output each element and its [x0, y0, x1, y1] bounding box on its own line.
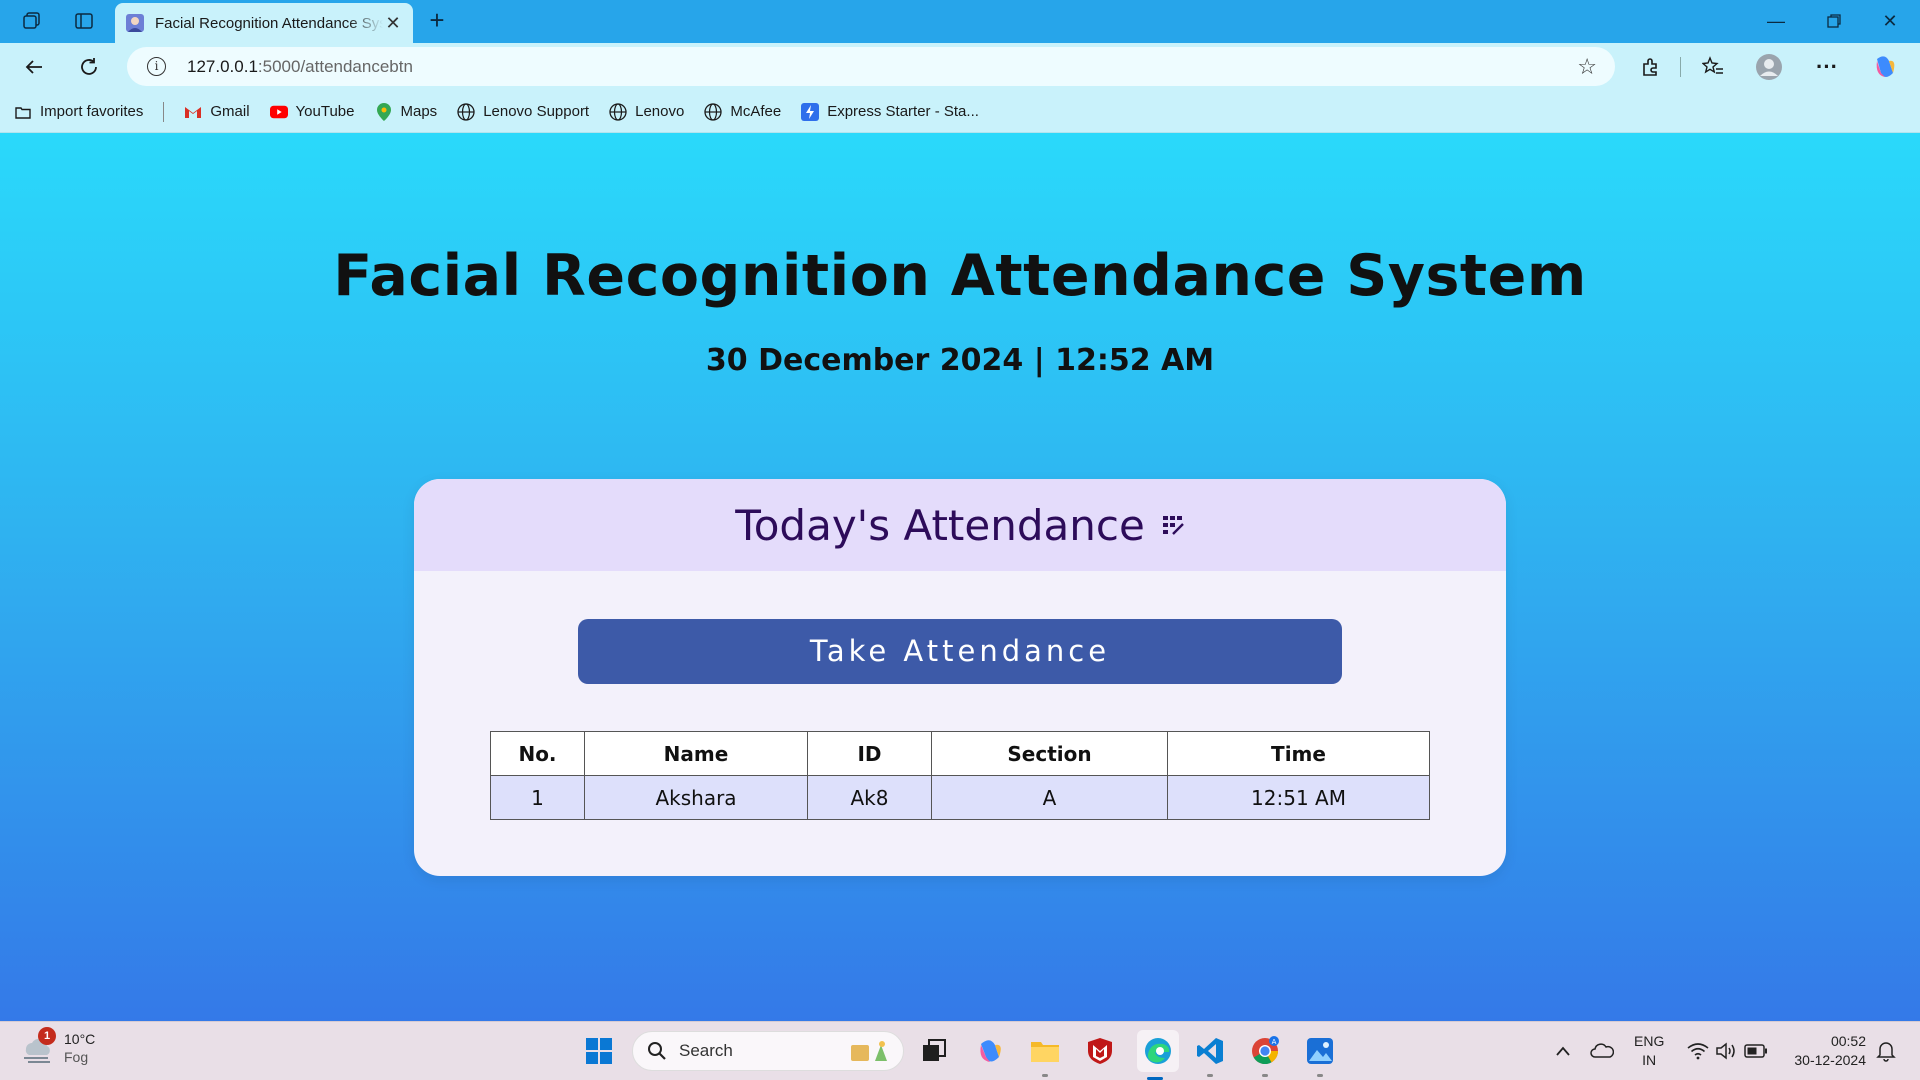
favorites-icon[interactable] [1698, 52, 1728, 82]
system-clock[interactable]: 00:52 30-12-2024 [1794, 1032, 1866, 1070]
more-options-icon[interactable]: ··· [1812, 52, 1842, 82]
cell-name: Akshara [584, 775, 808, 820]
cell-time: 12:51 AM [1167, 775, 1430, 820]
bookmark-lenovo-support[interactable]: Lenovo Support [457, 102, 589, 121]
bookmark-divider [163, 101, 165, 122]
extensions-icon[interactable] [1636, 52, 1666, 82]
chrome-icon[interactable]: A [1247, 1033, 1283, 1077]
bookmarks-bar: Import favorites Gmail YouTube Maps Leno… [0, 91, 1920, 133]
take-attendance-button[interactable]: Take Attendance [578, 619, 1342, 684]
refresh-icon[interactable] [74, 52, 104, 82]
show-hidden-icons-chevron-up-icon[interactable] [1545, 1033, 1581, 1069]
close-tab-icon[interactable]: ✕ [383, 13, 403, 34]
tab-title: Facial Recognition Attendance System [155, 14, 383, 32]
face-id-icon [126, 14, 144, 32]
youtube-icon [269, 103, 288, 121]
table-header-row: No. Name ID Section Time [490, 731, 1430, 776]
bookmark-youtube[interactable]: YouTube [269, 103, 355, 121]
calendar-grid-icon [1162, 516, 1184, 535]
lightning-icon [801, 102, 820, 121]
attendance-table: No. Name ID Section Time 1 Akshara Ak8 A… [490, 731, 1430, 820]
page-title: Facial Recognition Attendance System [333, 243, 1587, 309]
globe-icon [704, 102, 722, 121]
weather-temperature: 10°C [64, 1031, 96, 1047]
import-icon [14, 103, 32, 121]
copilot-app-icon[interactable] [972, 1033, 1008, 1069]
minimize-icon[interactable]: — [1756, 6, 1796, 36]
mcafee-icon[interactable] [1082, 1033, 1118, 1069]
input-language-indicator[interactable]: ENG IN [1634, 1032, 1664, 1070]
start-menu-icon[interactable] [581, 1033, 617, 1069]
new-tab-button[interactable]: + [423, 7, 451, 35]
cell-section: A [931, 775, 1168, 820]
url-text: 127.0.0.1:5000/attendancebtn [187, 57, 413, 76]
task-view-icon[interactable] [916, 1033, 952, 1069]
tab-active[interactable]: Facial Recognition Attendance System ✕ [115, 3, 413, 43]
search-highlight-icon [851, 1041, 887, 1061]
notification-badge: 1 [38, 1027, 56, 1045]
vscode-icon[interactable] [1192, 1033, 1228, 1077]
svg-text:A: A [1272, 1038, 1277, 1046]
bookmark-lenovo[interactable]: Lenovo [609, 102, 684, 121]
bookmark-maps[interactable]: Maps [375, 102, 437, 121]
tab-actions-icon[interactable] [71, 8, 97, 34]
gmail-icon [184, 103, 202, 121]
onedrive-cloud-icon[interactable] [1584, 1033, 1620, 1069]
address-bar[interactable]: i 127.0.0.1:5000/attendancebtn ☆ [127, 47, 1615, 86]
taskbar-search-box[interactable]: Search [632, 1031, 904, 1071]
bookmark-import-favorites[interactable]: Import favorites [14, 103, 143, 121]
favorite-star-icon[interactable]: ☆ [1577, 54, 1597, 80]
toolbar-divider [1680, 57, 1681, 77]
bookmark-gmail[interactable]: Gmail [184, 103, 250, 121]
date-time-display: 30 December 2024 | 12:52 AM [705, 343, 1215, 378]
browser-titlebar: Facial Recognition Attendance System ✕ +… [0, 0, 1920, 43]
table-row: 1 Akshara Ak8 A 12:51 AM [490, 775, 1430, 820]
search-icon [648, 1042, 666, 1060]
taskbar: 1 10°C Fog Search A ENG IN 00:52 30-12-2… [0, 1021, 1920, 1080]
file-explorer-icon[interactable] [1027, 1033, 1063, 1077]
battery-icon[interactable] [1738, 1033, 1774, 1069]
globe-icon [609, 102, 627, 121]
cell-no: 1 [490, 775, 585, 820]
weather-widget[interactable]: 1 10°C Fog [20, 1027, 96, 1066]
maps-pin-icon [375, 102, 393, 121]
column-header-id: ID [807, 731, 932, 776]
close-window-icon[interactable]: ✕ [1870, 6, 1910, 36]
browser-navbar: i 127.0.0.1:5000/attendancebtn ☆ ··· [0, 43, 1920, 91]
search-label: Search [679, 1041, 733, 1060]
workspaces-icon[interactable] [19, 8, 45, 34]
profile-avatar-icon[interactable] [1754, 52, 1784, 82]
card-title: Today's Attendance [735, 500, 1145, 550]
edge-browser-icon[interactable] [1137, 1030, 1179, 1080]
photos-app-icon[interactable] [1302, 1033, 1338, 1077]
column-header-time: Time [1167, 731, 1430, 776]
attendance-card: Today's Attendance Take Attendance No. N… [414, 479, 1506, 876]
copilot-icon[interactable] [1870, 52, 1900, 82]
weather-condition: Fog [64, 1049, 89, 1065]
globe-icon [457, 102, 475, 121]
column-header-no: No. [490, 731, 585, 776]
fog-cloud-icon: 1 [20, 1027, 56, 1065]
bookmark-mcafee[interactable]: McAfee [704, 102, 781, 121]
column-header-name: Name [584, 731, 808, 776]
back-icon[interactable] [19, 52, 49, 82]
site-info-icon[interactable]: i [147, 57, 166, 76]
card-header: Today's Attendance [414, 479, 1506, 571]
notification-bell-icon[interactable] [1868, 1033, 1904, 1069]
restore-icon[interactable] [1814, 6, 1854, 36]
page-body: Facial Recognition Attendance System 30 … [0, 133, 1920, 1021]
column-header-section: Section [931, 731, 1168, 776]
cell-id: Ak8 [807, 775, 932, 820]
bookmark-express-starter[interactable]: Express Starter - Sta... [801, 102, 979, 121]
